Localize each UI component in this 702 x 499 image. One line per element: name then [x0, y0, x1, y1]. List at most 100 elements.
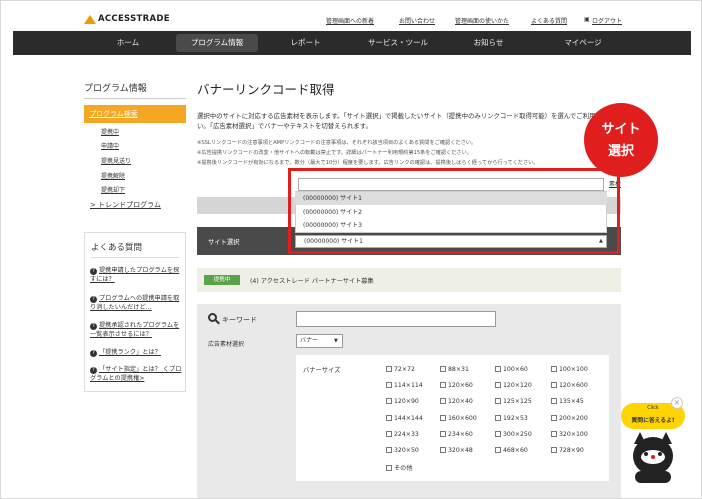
checkbox-icon[interactable]: [551, 398, 557, 405]
size-checkbox[interactable]: 468×60: [495, 447, 528, 454]
size-checkbox[interactable]: その他: [386, 463, 413, 472]
nav-report[interactable]: レポート: [283, 31, 328, 55]
checkbox-icon[interactable]: [386, 430, 392, 437]
checkbox-icon[interactable]: [386, 414, 392, 421]
size-checkbox[interactable]: 234×60: [440, 430, 473, 438]
faq-item[interactable]: ? 提携申請したプログラムを探すには？: [90, 266, 182, 284]
faq-link[interactable]: 提携承認されたプログラムを一覧表示させるには？: [90, 322, 179, 338]
size-checkbox[interactable]: 200×200: [551, 414, 588, 422]
size-checkbox-label: 120×90: [394, 398, 419, 406]
checkbox-icon[interactable]: [495, 414, 501, 421]
checkbox-icon[interactable]: [551, 382, 557, 389]
checkbox-icon[interactable]: [495, 447, 501, 453]
size-checkbox[interactable]: 100×100: [551, 366, 588, 373]
size-checkbox[interactable]: 300×250: [495, 430, 532, 438]
faq-item[interactable]: ? 「提携ランク」とは？: [90, 348, 182, 357]
size-checkbox[interactable]: 320×100: [551, 430, 588, 438]
checkbox-icon[interactable]: [440, 447, 446, 453]
sidebar-item-miokuri[interactable]: 提携見送り: [101, 156, 131, 165]
size-checkbox[interactable]: 100×60: [495, 366, 528, 373]
sidebar-item-shinsei[interactable]: 申請中: [101, 141, 119, 150]
logo[interactable]: ACCESSTRADE: [98, 14, 170, 24]
site-select[interactable]: (00000000) サイト1: [295, 235, 607, 248]
chevron-down-icon: ▼: [334, 338, 338, 344]
checkbox-icon[interactable]: [440, 398, 446, 405]
faq-link[interactable]: 提携申請したプログラムを探すには？: [90, 267, 179, 283]
checkbox-icon[interactable]: [551, 366, 557, 372]
size-checkbox[interactable]: 120×60: [440, 382, 473, 389]
checkbox-icon[interactable]: [551, 447, 557, 453]
sidebar-item-trend[interactable]: > トレンドプログラム: [90, 200, 161, 210]
size-checkbox[interactable]: 160×600: [440, 414, 477, 422]
nav-program[interactable]: プログラム情報: [176, 34, 258, 52]
main-nav: ホーム プログラム情報 レポート サービス・ツール お知らせ マイページ: [13, 31, 691, 55]
checkbox-icon[interactable]: [386, 366, 392, 372]
sidebar-item-kyakka[interactable]: 提携却下: [101, 185, 125, 194]
size-checkbox[interactable]: 224×33: [386, 430, 419, 438]
toplink-guide[interactable]: 管理画面の使いかた: [455, 16, 509, 25]
checkbox-icon[interactable]: [440, 414, 446, 421]
faq-link[interactable]: 「サイト指定」とは？ くプログラムとの提携権>: [90, 366, 181, 382]
keyword-input[interactable]: [296, 311, 496, 327]
sidebar-item-program-search[interactable]: プログラム検索: [84, 105, 186, 123]
size-checkbox-label: その他: [394, 465, 413, 473]
toplink-contact[interactable]: お問い合わせ: [399, 16, 435, 25]
question-icon: ?: [90, 296, 97, 303]
size-checkbox[interactable]: 144×144: [386, 414, 423, 422]
site-option-1[interactable]: (00000000) サイト1: [295, 192, 607, 205]
size-checkbox[interactable]: 120×600: [551, 382, 588, 389]
size-checkbox-label: 120×600: [559, 382, 588, 390]
toplink-faq[interactable]: よくある質問: [531, 16, 567, 25]
size-checkbox[interactable]: 192×53: [495, 414, 528, 422]
size-checkbox-label: 320×50: [394, 447, 419, 454]
size-checkbox-label: 100×100: [559, 366, 588, 373]
size-checkbox[interactable]: 320×50: [386, 447, 419, 454]
checkbox-icon[interactable]: [386, 447, 392, 453]
size-checkbox[interactable]: 88×31: [440, 366, 469, 373]
checkbox-icon[interactable]: [495, 430, 501, 437]
nav-service[interactable]: サービス・ツール: [363, 31, 433, 55]
site-search-input[interactable]: [298, 178, 604, 191]
sidebar-item-kaijo[interactable]: 提携解除: [101, 171, 125, 180]
size-checkbox[interactable]: 120×90: [386, 398, 419, 405]
size-checkbox[interactable]: 72×72: [386, 366, 415, 373]
checkbox-icon[interactable]: [495, 398, 501, 405]
nav-mypage[interactable]: マイページ: [558, 31, 608, 55]
size-checkbox-label: 320×100: [559, 430, 588, 438]
sidebar-title: プログラム情報: [84, 84, 147, 94]
site-option-3[interactable]: (00000000) サイト3: [295, 219, 607, 232]
toplink-logout[interactable]: ログアウト: [592, 16, 622, 25]
toplink-news[interactable]: 管理画面への新着: [326, 16, 374, 25]
checkbox-icon[interactable]: [386, 382, 392, 389]
sidebar-item-teikei[interactable]: 提携中: [101, 127, 119, 136]
checkbox-icon[interactable]: [440, 366, 446, 372]
size-checkbox[interactable]: 114×114: [386, 382, 423, 389]
size-checkbox[interactable]: 320×48: [440, 447, 473, 454]
faq-item[interactable]: ? 提携承認されたプログラムを一覧表示させるには？: [90, 321, 182, 339]
site-option-2[interactable]: (00000000) サイト2: [295, 206, 607, 219]
faq-link[interactable]: 「提携ランク」とは？: [99, 349, 161, 356]
size-checkbox[interactable]: 728×90: [551, 447, 584, 454]
checkbox-icon[interactable]: [495, 366, 501, 372]
size-checkbox-label: 120×40: [448, 398, 473, 406]
close-icon[interactable]: ×: [671, 397, 683, 409]
nav-news[interactable]: お知らせ: [466, 31, 511, 55]
checkbox-icon[interactable]: [551, 430, 557, 437]
size-checkbox[interactable]: 135×45: [551, 398, 584, 405]
checkbox-icon[interactable]: [495, 382, 501, 389]
nav-home[interactable]: ホーム: [108, 31, 148, 55]
size-checkbox[interactable]: 120×40: [440, 398, 473, 405]
checkbox-icon[interactable]: [551, 414, 557, 421]
faq-link[interactable]: プログラムへの提携申請を取り消したいんだけど...: [90, 295, 179, 311]
checkbox-icon[interactable]: [386, 465, 392, 472]
checkbox-icon[interactable]: [440, 382, 446, 389]
size-checkbox[interactable]: 125×125: [495, 398, 532, 405]
size-checkbox[interactable]: 120×120: [495, 382, 532, 389]
checkbox-icon[interactable]: [386, 398, 392, 405]
faq-item[interactable]: ? 「サイト指定」とは？ くプログラムとの提携権>: [90, 365, 182, 383]
mascot-icon: [658, 452, 662, 456]
checkbox-icon[interactable]: [440, 430, 446, 437]
note-delay: ※提携後リンクコードが有効になるまで、数分（最大で10分）程度を要します。広告リ…: [197, 160, 539, 166]
divider: [84, 98, 186, 99]
faq-item[interactable]: ? プログラムへの提携申請を取り消したいんだけど...: [90, 294, 182, 312]
